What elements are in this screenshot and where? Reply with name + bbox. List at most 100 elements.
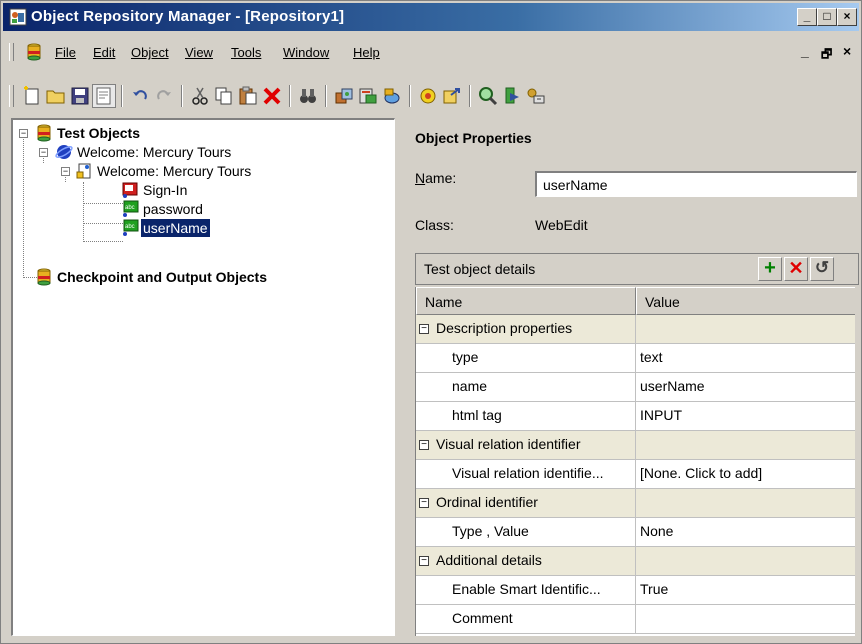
name-input[interactable] — [535, 171, 857, 197]
repository-document-icon[interactable] — [27, 43, 41, 61]
redo-icon[interactable] — [153, 85, 175, 107]
menubar-grip[interactable] — [9, 43, 14, 61]
toolbar-grip[interactable] — [9, 85, 14, 107]
grid-category-row[interactable]: − Ordinal identifier — [416, 489, 855, 518]
property-name-text: Ordinal identifier — [436, 494, 538, 510]
menu-tools[interactable]: Tools — [231, 45, 261, 60]
navigate-and-learn-icon[interactable] — [501, 85, 523, 107]
define-new-test-object-icon[interactable] — [381, 85, 403, 107]
grid-property-row[interactable]: name userName — [416, 373, 855, 402]
svg-text:abc: abc — [125, 205, 135, 211]
tree-collapse-toggle[interactable]: − — [19, 129, 28, 138]
paste-icon[interactable] — [237, 85, 259, 107]
copy-icon[interactable] — [213, 85, 235, 107]
property-value-cell[interactable] — [636, 431, 855, 459]
property-name-cell[interactable]: Comment — [416, 605, 636, 633]
tree-node-label: Welcome: Mercury Tours — [97, 163, 252, 179]
open-folder-icon[interactable] — [45, 85, 67, 107]
tree-node-label: Sign-In — [143, 182, 188, 198]
grid-category-row[interactable]: − Additional details — [416, 547, 855, 576]
add-to-local-icon[interactable] — [525, 85, 547, 107]
save-icon[interactable] — [69, 85, 91, 107]
tree-node-label: Welcome: Mercury Tours — [77, 144, 232, 160]
tree-line — [83, 182, 84, 242]
object-properties-panel: Object Properties Name: Class: WebEdit T… — [405, 118, 859, 636]
property-name-cell[interactable]: − Additional details — [416, 547, 636, 575]
column-header-name[interactable]: Name — [416, 287, 636, 315]
delete-icon[interactable] — [261, 85, 283, 107]
grid-category-row[interactable]: − Description properties — [416, 315, 855, 344]
new-repository-icon[interactable] — [21, 85, 43, 107]
tree-node-label: Checkpoint and Output Objects — [57, 269, 268, 285]
add-objects-icon[interactable] — [333, 85, 355, 107]
menu-bar: File Edit Object View Tools Window Help … — [3, 39, 859, 65]
add-property-button[interactable]: + — [758, 257, 782, 281]
browser-globe-icon — [55, 145, 73, 159]
property-name-cell[interactable]: html tag — [416, 402, 636, 430]
menu-edit[interactable]: Edit — [93, 45, 115, 60]
mdi-restore-button[interactable]: 🗗 — [821, 45, 832, 66]
property-name-cell[interactable]: − Description properties — [416, 315, 636, 343]
category-collapse-toggle[interactable]: − — [419, 440, 429, 450]
property-name-cell[interactable]: − Ordinal identifier — [416, 489, 636, 517]
tree-collapse-toggle[interactable]: − — [61, 167, 70, 176]
highlight-in-application-icon[interactable] — [417, 85, 439, 107]
details-title: Test object details — [424, 261, 536, 277]
category-collapse-toggle[interactable]: − — [419, 556, 429, 566]
menu-object[interactable]: Object — [131, 45, 169, 60]
property-value-cell[interactable] — [636, 547, 855, 575]
menu-help[interactable]: Help — [353, 45, 380, 60]
property-name-cell[interactable]: type — [416, 344, 636, 372]
update-from-application-icon[interactable] — [357, 85, 379, 107]
grid-property-row[interactable]: Enable Smart Identific... True — [416, 576, 855, 605]
grid-property-row[interactable]: Visual relation identifie... [None. Click… — [416, 460, 855, 489]
mdi-minimize-button[interactable]: _ — [801, 43, 809, 59]
property-value-cell[interactable]: INPUT — [636, 402, 855, 430]
grid-property-row[interactable]: type text — [416, 344, 855, 373]
image-object-icon — [122, 182, 138, 198]
property-name-cell[interactable]: name — [416, 373, 636, 401]
cut-icon[interactable] — [189, 85, 211, 107]
grid-property-row[interactable]: Type , Value None — [416, 518, 855, 547]
find-binoculars-icon[interactable] — [297, 85, 319, 107]
menu-view[interactable]: View — [185, 45, 213, 60]
toolbar-separator — [469, 85, 471, 107]
toolbar-separator — [121, 85, 123, 107]
title-bar[interactable]: Object Repository Manager - [Repository1… — [3, 3, 859, 31]
properties-icon[interactable] — [92, 84, 116, 108]
property-value-cell[interactable] — [636, 605, 855, 633]
refresh-property-button[interactable]: ↺ — [810, 257, 834, 281]
grid-property-row[interactable]: Comment — [416, 605, 855, 634]
property-value-cell[interactable]: [None. Click to add] — [636, 460, 855, 488]
property-value-cell[interactable]: True — [636, 576, 855, 604]
property-name-cell[interactable]: Enable Smart Identific... — [416, 576, 636, 604]
property-name-cell[interactable]: Visual relation identifie... — [416, 460, 636, 488]
close-button[interactable]: × — [837, 8, 857, 26]
column-header-value[interactable]: Value — [636, 287, 855, 315]
mdi-close-button[interactable]: × — [843, 43, 851, 59]
window-title: Object Repository Manager - [Repository1… — [31, 8, 345, 25]
object-tree[interactable]: − Test Objects − Welcome: Mercury Tours … — [11, 118, 395, 636]
menu-file[interactable]: File — [55, 45, 76, 60]
minimize-button[interactable]: _ — [797, 8, 817, 26]
menu-window[interactable]: Window — [283, 45, 329, 60]
property-value-cell[interactable]: None — [636, 518, 855, 546]
remove-x-icon: ✕ — [788, 258, 804, 278]
properties-grid[interactable]: Name Value − Description properties type te… — [415, 287, 855, 636]
category-collapse-toggle[interactable]: − — [419, 324, 429, 334]
undo-icon[interactable] — [129, 85, 151, 107]
property-name-cell[interactable]: − Visual relation identifier — [416, 431, 636, 459]
category-collapse-toggle[interactable]: − — [419, 498, 429, 508]
property-value-cell[interactable] — [636, 489, 855, 517]
property-name-cell[interactable]: Type , Value — [416, 518, 636, 546]
tree-collapse-toggle[interactable]: − — [39, 148, 48, 157]
export-icon[interactable] — [441, 85, 463, 107]
remove-property-button[interactable]: ✕ — [784, 257, 808, 281]
maximize-button[interactable]: □ — [817, 8, 837, 26]
property-value-cell[interactable]: userName — [636, 373, 855, 401]
grid-category-row[interactable]: − Visual relation identifier — [416, 431, 855, 460]
property-value-cell[interactable]: text — [636, 344, 855, 372]
object-spy-icon[interactable] — [477, 85, 499, 107]
property-value-cell[interactable] — [636, 315, 855, 343]
grid-property-row[interactable]: html tag INPUT — [416, 402, 855, 431]
